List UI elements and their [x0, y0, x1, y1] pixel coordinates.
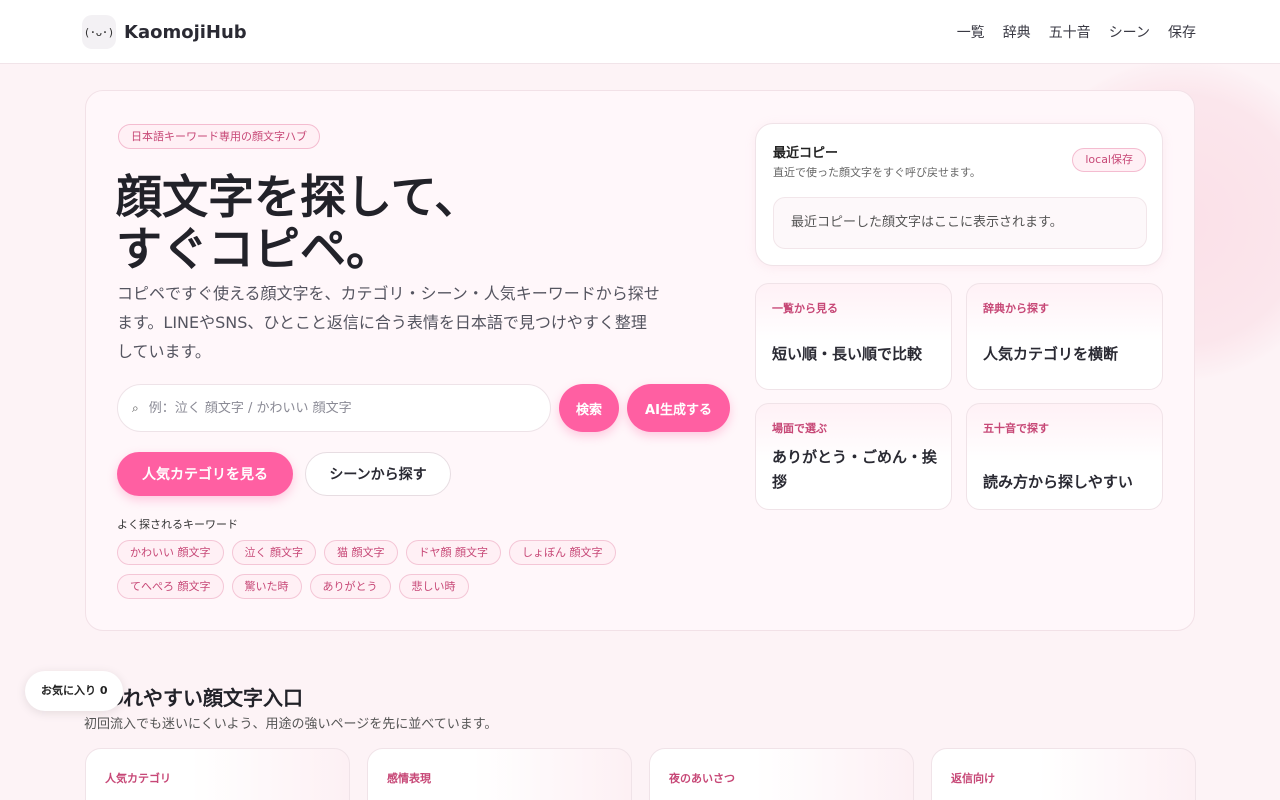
- hero-tag-badge: 日本語キーワード専用の顔文字ハブ: [118, 124, 320, 149]
- keywords-label: よく探されるキーワード: [117, 518, 238, 531]
- ai-generate-button[interactable]: AI生成する: [627, 384, 730, 432]
- recent-copy-empty-state: 最近コピーした顔文字はここに表示されます。: [773, 197, 1147, 249]
- keyword-chip[interactable]: ドヤ顔 顔文字: [405, 540, 501, 565]
- quick-card-text: 人気カテゴリを横断: [983, 345, 1119, 363]
- entry-card-emotion[interactable]: 感情表現: [367, 748, 632, 800]
- quick-card-text: 読み方から探しやすい: [983, 473, 1133, 491]
- search-box: ⌕: [117, 384, 551, 432]
- nav-saved[interactable]: 保存: [1168, 22, 1196, 42]
- recent-copy-title: 最近コピー: [773, 146, 839, 161]
- entry-card-reply[interactable]: 返信向け: [931, 748, 1196, 800]
- quick-card-list[interactable]: 一覧から見る 短い順・長い順で比較: [755, 283, 952, 390]
- nav-list[interactable]: 一覧: [957, 22, 985, 42]
- search-icon: ⌕: [132, 400, 139, 415]
- entry-card-label: 感情表現: [387, 772, 431, 785]
- hero-title-line-2: すぐコピペ。: [116, 222, 392, 276]
- scene-search-button[interactable]: シーンから探す: [305, 452, 451, 496]
- recent-copy-card: 最近コピー 直近で使った顔文字をすぐ呼び戻せます。 local保存 最近コピーし…: [755, 123, 1163, 266]
- hero-title-line-1: 顔文字を探して、: [116, 170, 481, 224]
- keyword-chip[interactable]: かわいい 顔文字: [117, 540, 224, 565]
- entry-card-label: 返信向け: [951, 772, 995, 785]
- nav-scene[interactable]: シーン: [1109, 22, 1150, 42]
- keyword-chip[interactable]: ありがとう: [309, 574, 391, 599]
- nav-dictionary[interactable]: 辞典: [1003, 22, 1031, 42]
- quick-card-label: 一覧から見る: [772, 302, 838, 315]
- main-nav: 一覧 辞典 五十音 シーン 保存: [957, 22, 1196, 42]
- quick-card-scene[interactable]: 場面で選ぶ ありがとう・ごめん・挨拶: [755, 403, 952, 510]
- section-subtitle: 初回流入でも迷いにくいよう、用途の強いページを先に並べています。: [84, 717, 498, 732]
- entry-card-night[interactable]: 夜のあいさつ: [649, 748, 914, 800]
- entry-card-popular[interactable]: 人気カテゴリ: [85, 748, 350, 800]
- entry-card-label: 人気カテゴリ: [105, 772, 171, 785]
- quick-card-dictionary[interactable]: 辞典から探す 人気カテゴリを横断: [966, 283, 1163, 390]
- entry-card-label: 夜のあいさつ: [669, 772, 735, 785]
- keyword-chip[interactable]: 悲しい時: [398, 574, 469, 599]
- nav-gojuon[interactable]: 五十音: [1049, 22, 1091, 42]
- keyword-chip[interactable]: てへぺろ 顔文字: [117, 574, 224, 599]
- quick-card-text: ありがとう・ごめん・挨拶: [772, 448, 938, 491]
- recent-copy-subtitle: 直近で使った顔文字をすぐ呼び戻せます。: [773, 166, 981, 179]
- hero-title: 顔文字を探して、 すぐコピペ。: [116, 171, 536, 275]
- keyword-chip[interactable]: 泣く 顔文字: [231, 540, 316, 565]
- brand-name: KaomojiHub: [124, 21, 247, 43]
- favorites-button[interactable]: お気に入り 0: [25, 671, 124, 711]
- popular-categories-button[interactable]: 人気カテゴリを見る: [117, 452, 293, 496]
- local-save-badge: local保存: [1072, 148, 1146, 172]
- quick-card-label: 五十音で探す: [983, 422, 1049, 435]
- top-navigation-bar: (･ᴗ･) KaomojiHub 一覧 辞典 五十音 シーン 保存: [0, 0, 1280, 64]
- keyword-chip[interactable]: 驚いた時: [231, 574, 302, 599]
- keyword-chip[interactable]: 猫 顔文字: [324, 540, 398, 565]
- search-input[interactable]: [148, 400, 509, 416]
- search-button[interactable]: 検索: [559, 384, 619, 432]
- keyword-chip[interactable]: しょぼん 顔文字: [509, 540, 616, 565]
- quick-card-text: 短い順・長い順で比較: [772, 345, 923, 363]
- kaomoji-logo-icon: (･ᴗ･): [82, 15, 116, 49]
- keyword-chips: かわいい 顔文字 泣く 顔文字 猫 顔文字 ドヤ顔 顔文字 しょぼん 顔文字 て…: [117, 540, 677, 599]
- hero-description: コピペですぐ使える顔文字を、カテゴリ・シーン・人気キーワードから探せます。LIN…: [117, 284, 660, 361]
- brand[interactable]: (･ᴗ･) KaomojiHub: [82, 15, 247, 49]
- quick-card-label: 辞典から探す: [983, 302, 1049, 315]
- quick-card-gojuon[interactable]: 五十音で探す 読み方から探しやすい: [966, 403, 1163, 510]
- quick-card-label: 場面で選ぶ: [772, 422, 827, 435]
- hero-panel: 日本語キーワード専用の顔文字ハブ 顔文字を探して、 すぐコピペ。 コピペですぐ使…: [85, 90, 1195, 631]
